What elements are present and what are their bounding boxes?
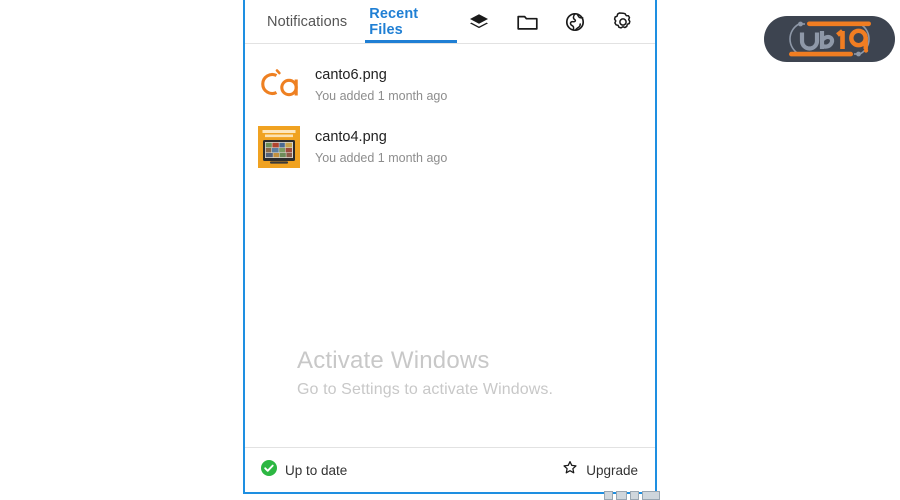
taskbar-fragment [604, 489, 660, 500]
upgrade-label: Upgrade [586, 462, 638, 478]
taskbar-chip [616, 491, 627, 500]
footer-bar: Up to date Upgrade [245, 447, 655, 492]
file-thumbnail-canto6 [257, 63, 301, 107]
upgrade-button[interactable]: Upgrade [562, 460, 638, 481]
sync-status-label: Up to date [285, 462, 348, 478]
taskbar-chip [604, 491, 613, 500]
taskbar-chip [642, 491, 660, 500]
sync-status: Up to date [261, 459, 348, 481]
taskbar-chip [630, 491, 639, 500]
activate-windows-watermark: Activate Windows Go to Settings to activ… [297, 346, 553, 401]
watermark-subtitle: Go to Settings to activate Windows. [297, 381, 554, 398]
file-info-canto6: canto6.png You added 1 month ago [315, 66, 447, 105]
list-item[interactable]: canto4.png You added 1 month ago [245, 116, 655, 178]
header-icon-group [464, 0, 655, 43]
globe-icon[interactable] [560, 7, 590, 37]
check-circle-icon [261, 459, 277, 481]
list-item[interactable]: canto6.png You added 1 month ago [245, 54, 655, 116]
gear-icon[interactable] [608, 7, 638, 37]
tab-strip: Notifications Recent Files [245, 0, 464, 43]
file-name: canto6.png [315, 66, 387, 83]
watermark-title: Activate Windows [297, 347, 490, 374]
file-subtitle: You added 1 month ago [315, 150, 448, 165]
tab-recent-files-label: Recent Files [369, 5, 419, 38]
tab-recent-files[interactable]: Recent Files [358, 0, 464, 43]
star-icon [562, 460, 578, 481]
file-name: canto4.png [315, 128, 387, 145]
layers-icon[interactable] [464, 7, 494, 37]
dropbox-popup-window: Notifications Recent Files canto6.png Yo… [243, 0, 657, 494]
header-bar: Notifications Recent Files [245, 0, 655, 44]
tab-notifications-label: Notifications [267, 13, 348, 30]
file-thumbnail-canto4 [257, 125, 301, 169]
file-subtitle: You added 1 month ago [315, 88, 448, 103]
file-info-canto4: canto4.png You added 1 month ago [315, 128, 447, 167]
recent-files-list: canto6.png You added 1 month ago canto4.… [245, 44, 655, 447]
folder-icon[interactable] [512, 7, 542, 37]
tab-notifications[interactable]: Notifications [256, 0, 358, 43]
ur19-logo [763, 15, 896, 63]
